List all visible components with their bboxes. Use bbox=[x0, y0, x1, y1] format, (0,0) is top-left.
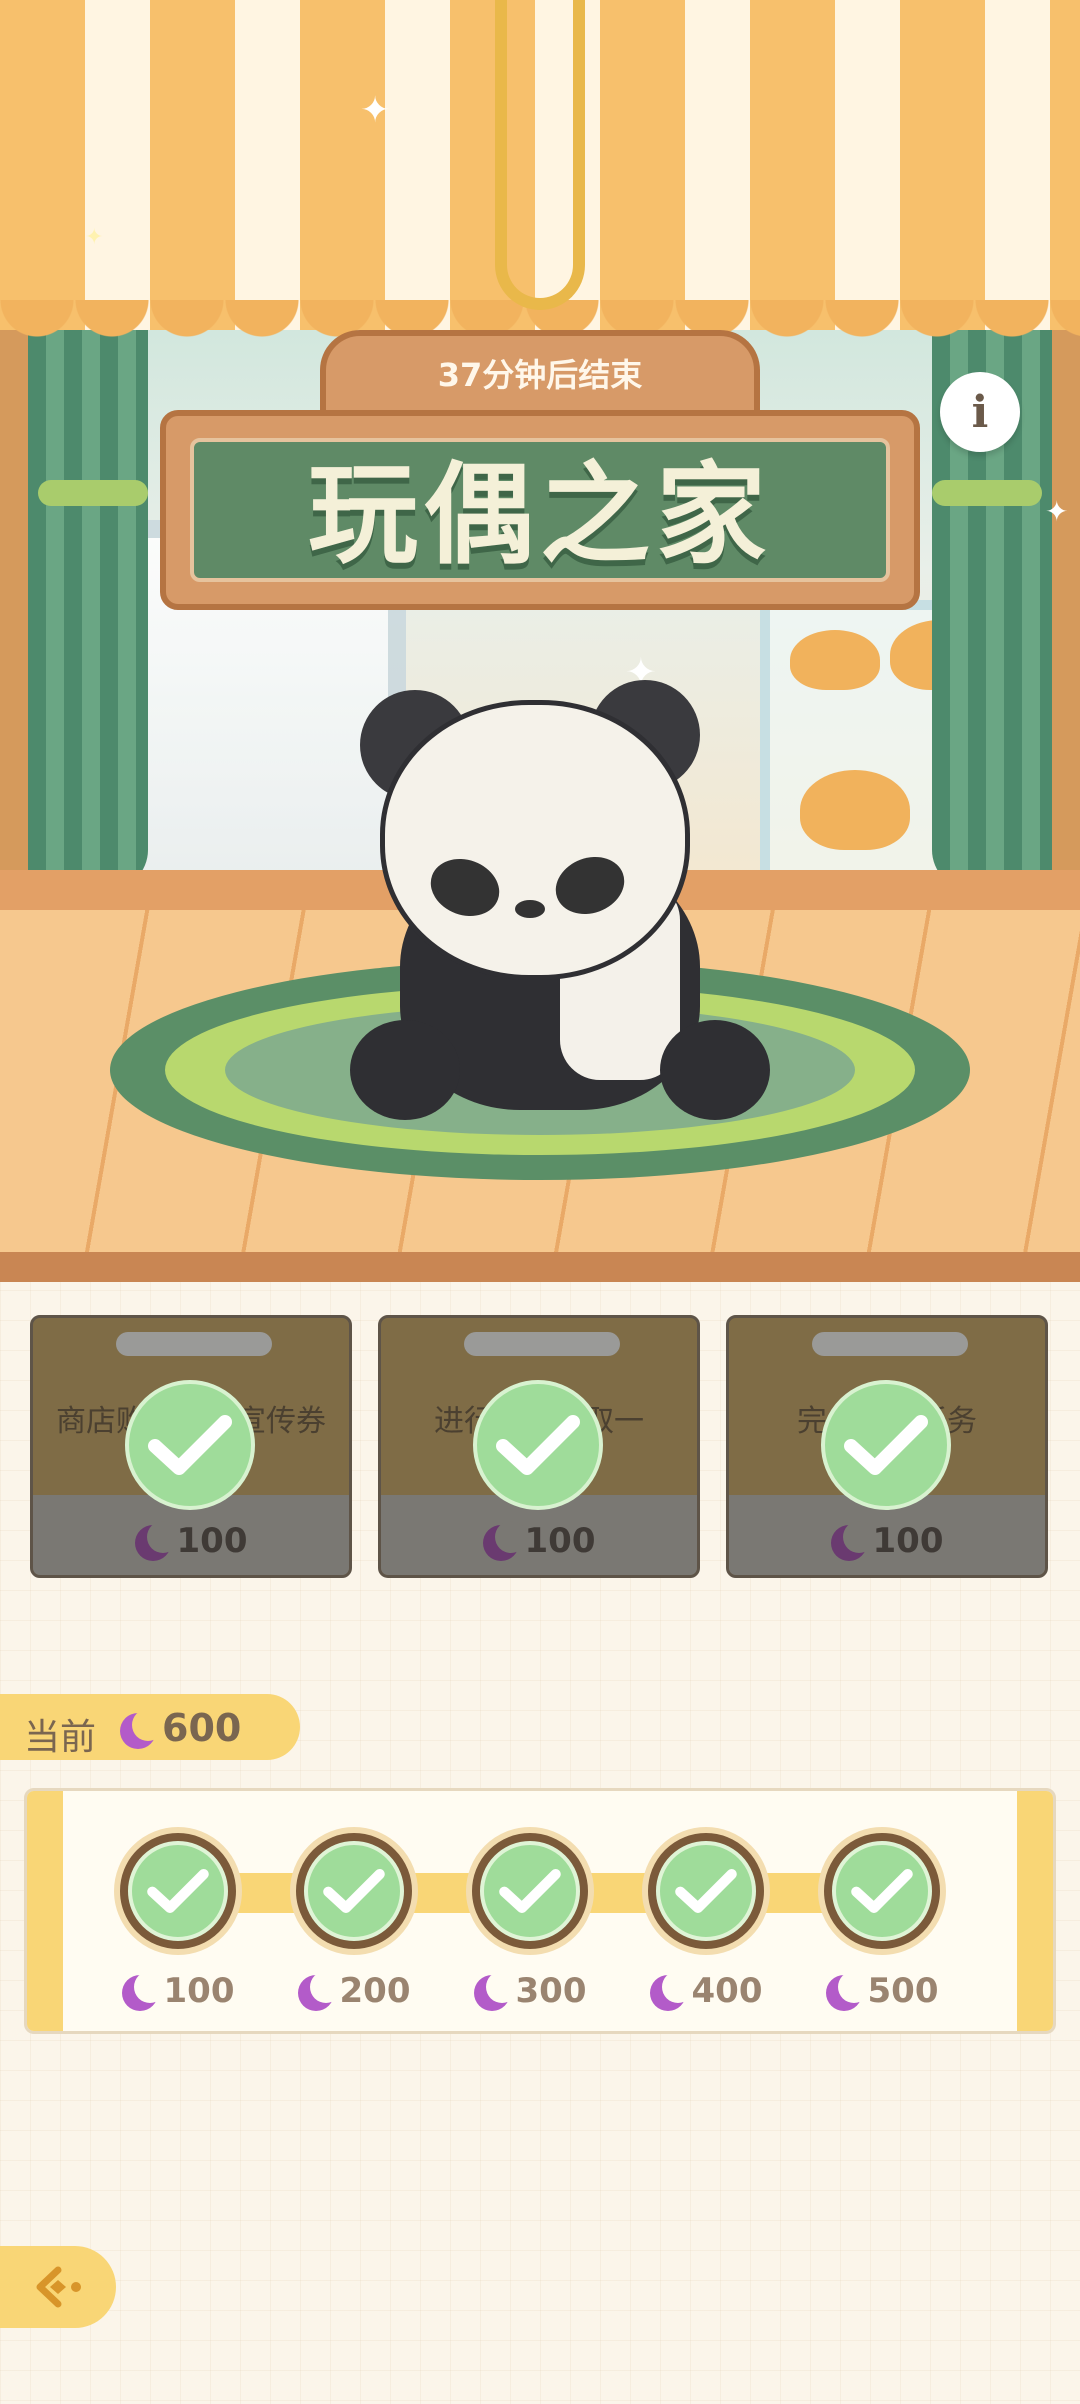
milestone-node[interactable] bbox=[642, 1827, 770, 1955]
milestone-amount: 300 bbox=[515, 1971, 587, 2011]
check-icon bbox=[304, 1841, 404, 1941]
moon-icon bbox=[120, 1708, 164, 1749]
info-button[interactable]: i bbox=[940, 372, 1020, 452]
panda-leg bbox=[660, 1020, 770, 1120]
card-pill bbox=[812, 1332, 968, 1356]
task-card[interactable]: 进行装扮领取一 100 bbox=[378, 1315, 700, 1578]
check-icon bbox=[821, 1380, 951, 1510]
milestone-amount: 400 bbox=[691, 1971, 763, 2011]
current-value: 600 bbox=[120, 1706, 241, 1750]
reward-amount: 100 bbox=[176, 1521, 248, 1561]
moon-icon bbox=[121, 1970, 166, 2011]
panda-leg bbox=[350, 1020, 460, 1120]
sparkle-icon: ✦ bbox=[360, 90, 391, 131]
milestone-node[interactable] bbox=[818, 1827, 946, 1955]
panda-nose bbox=[515, 900, 545, 918]
panda-plush[interactable] bbox=[340, 680, 770, 1130]
milestone-node[interactable] bbox=[466, 1827, 594, 1955]
moon-icon bbox=[473, 1970, 518, 2011]
milestone-reward: 200 bbox=[279, 1970, 429, 2011]
milestone-amount: 100 bbox=[163, 1971, 235, 2011]
milestone-reward: 300 bbox=[455, 1970, 605, 2011]
task-reward: 100 bbox=[33, 1520, 349, 1561]
panda-head bbox=[380, 700, 690, 980]
hero-scene: ✦ ✦ ✦ ✦ 37分钟后结束 玩偶之家 i bbox=[0, 0, 1080, 1282]
current-label: 当前 bbox=[24, 1717, 97, 1758]
milestone-amount: 200 bbox=[339, 1971, 411, 2011]
moon-icon bbox=[297, 1970, 342, 2011]
milestone-amount: 500 bbox=[867, 1971, 939, 2011]
card-side-stripe bbox=[27, 1791, 63, 2031]
curtain-tie bbox=[932, 480, 1042, 506]
reward-amount: 100 bbox=[524, 1521, 596, 1561]
moon-icon bbox=[134, 1520, 179, 1561]
check-icon bbox=[656, 1841, 756, 1941]
moon-icon bbox=[830, 1520, 875, 1561]
task-reward: 100 bbox=[381, 1520, 697, 1561]
milestone-track: 100 200 300 400 500 bbox=[24, 1788, 1056, 2034]
milestone-reward: 100 bbox=[103, 1970, 253, 2011]
check-icon bbox=[125, 1380, 255, 1510]
back-button[interactable] bbox=[0, 2246, 116, 2328]
task-card[interactable]: 商店购买高级宣传券 100 bbox=[30, 1315, 352, 1578]
card-side-stripe bbox=[1017, 1791, 1053, 2031]
task-card[interactable]: 完成每日任务 100 bbox=[726, 1315, 1048, 1578]
milestone-node[interactable] bbox=[114, 1827, 242, 1955]
check-icon bbox=[128, 1841, 228, 1941]
moon-icon bbox=[482, 1520, 527, 1561]
floor-edge bbox=[0, 1252, 1080, 1282]
sparkle-icon: ✦ bbox=[1045, 495, 1069, 528]
sign-rope bbox=[495, 0, 585, 310]
milestone-node[interactable] bbox=[290, 1827, 418, 1955]
back-arrow-icon bbox=[36, 2266, 81, 2308]
current-amount: 600 bbox=[162, 1706, 242, 1750]
moon-icon bbox=[649, 1970, 694, 2011]
event-timer: 37分钟后结束 bbox=[437, 356, 643, 394]
info-icon: i bbox=[971, 386, 989, 438]
check-icon bbox=[480, 1841, 580, 1941]
card-pill bbox=[116, 1332, 272, 1356]
reward-amount: 100 bbox=[872, 1521, 944, 1561]
moon-icon bbox=[825, 1970, 870, 2011]
card-pill bbox=[464, 1332, 620, 1356]
check-icon bbox=[473, 1380, 603, 1510]
check-icon bbox=[832, 1841, 932, 1941]
curtain-tie bbox=[38, 480, 148, 506]
milestone-reward: 500 bbox=[807, 1970, 957, 2011]
curtain-left bbox=[28, 330, 148, 890]
bread-decoration bbox=[790, 630, 880, 690]
sparkle-icon: ✦ bbox=[85, 225, 104, 250]
task-reward: 100 bbox=[729, 1520, 1045, 1561]
bread-decoration bbox=[800, 770, 910, 850]
event-title: 玩偶之家 bbox=[308, 451, 772, 579]
milestone-reward: 400 bbox=[631, 1970, 781, 2011]
